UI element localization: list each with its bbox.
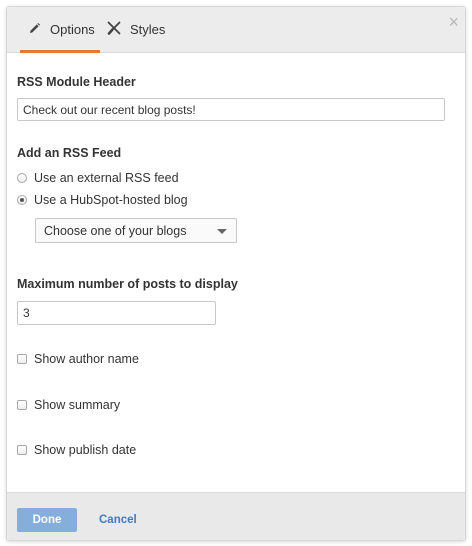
- checkbox-show-summary-label: Show summary: [34, 398, 121, 412]
- tab-bar: Options Styles ×: [7, 7, 465, 53]
- tab-options-label: Options: [50, 22, 95, 37]
- checkbox-show-publish-date[interactable]: Show publish date: [17, 443, 136, 457]
- max-posts-input[interactable]: [17, 301, 216, 325]
- radio-button[interactable]: [17, 173, 27, 183]
- pencil-icon: [28, 22, 50, 38]
- blog-select[interactable]: Choose one of your blogs: [35, 218, 237, 243]
- close-icon[interactable]: ×: [448, 13, 459, 31]
- checkbox-show-summary[interactable]: Show summary: [17, 398, 120, 412]
- radio-button[interactable]: [17, 195, 27, 205]
- add-rss-feed-label: Add an RSS Feed: [17, 146, 122, 160]
- cancel-button[interactable]: Cancel: [99, 508, 137, 532]
- rss-header-label: RSS Module Header: [17, 75, 136, 89]
- tab-styles-label: Styles: [130, 22, 166, 37]
- tab-styles[interactable]: Styles: [107, 7, 177, 52]
- checkbox-show-publish-date-label: Show publish date: [34, 443, 137, 457]
- rss-header-input[interactable]: [17, 98, 445, 121]
- max-posts-label: Maximum number of posts to display: [17, 277, 238, 291]
- checkbox-show-author[interactable]: Show author name: [17, 352, 139, 366]
- rss-module-dialog: Options Styles × RSS Module Header Add a…: [6, 6, 466, 541]
- checkbox[interactable]: [17, 445, 27, 455]
- styles-icon: [107, 21, 130, 38]
- dialog-footer: Done Cancel: [7, 492, 465, 540]
- radio-external-feed[interactable]: Use an external RSS feed: [17, 171, 179, 185]
- radio-hubspot-blog[interactable]: Use a HubSpot-hosted blog: [17, 193, 188, 207]
- tab-options[interactable]: Options: [20, 7, 100, 53]
- chevron-down-icon: [217, 229, 227, 234]
- radio-external-feed-label: Use an external RSS feed: [34, 171, 179, 185]
- checkbox[interactable]: [17, 354, 27, 364]
- radio-hubspot-blog-label: Use a HubSpot-hosted blog: [34, 193, 188, 207]
- checkbox-show-author-label: Show author name: [34, 352, 139, 366]
- checkbox[interactable]: [17, 400, 27, 410]
- done-button[interactable]: Done: [17, 508, 77, 532]
- blog-select-value: Choose one of your blogs: [44, 223, 187, 238]
